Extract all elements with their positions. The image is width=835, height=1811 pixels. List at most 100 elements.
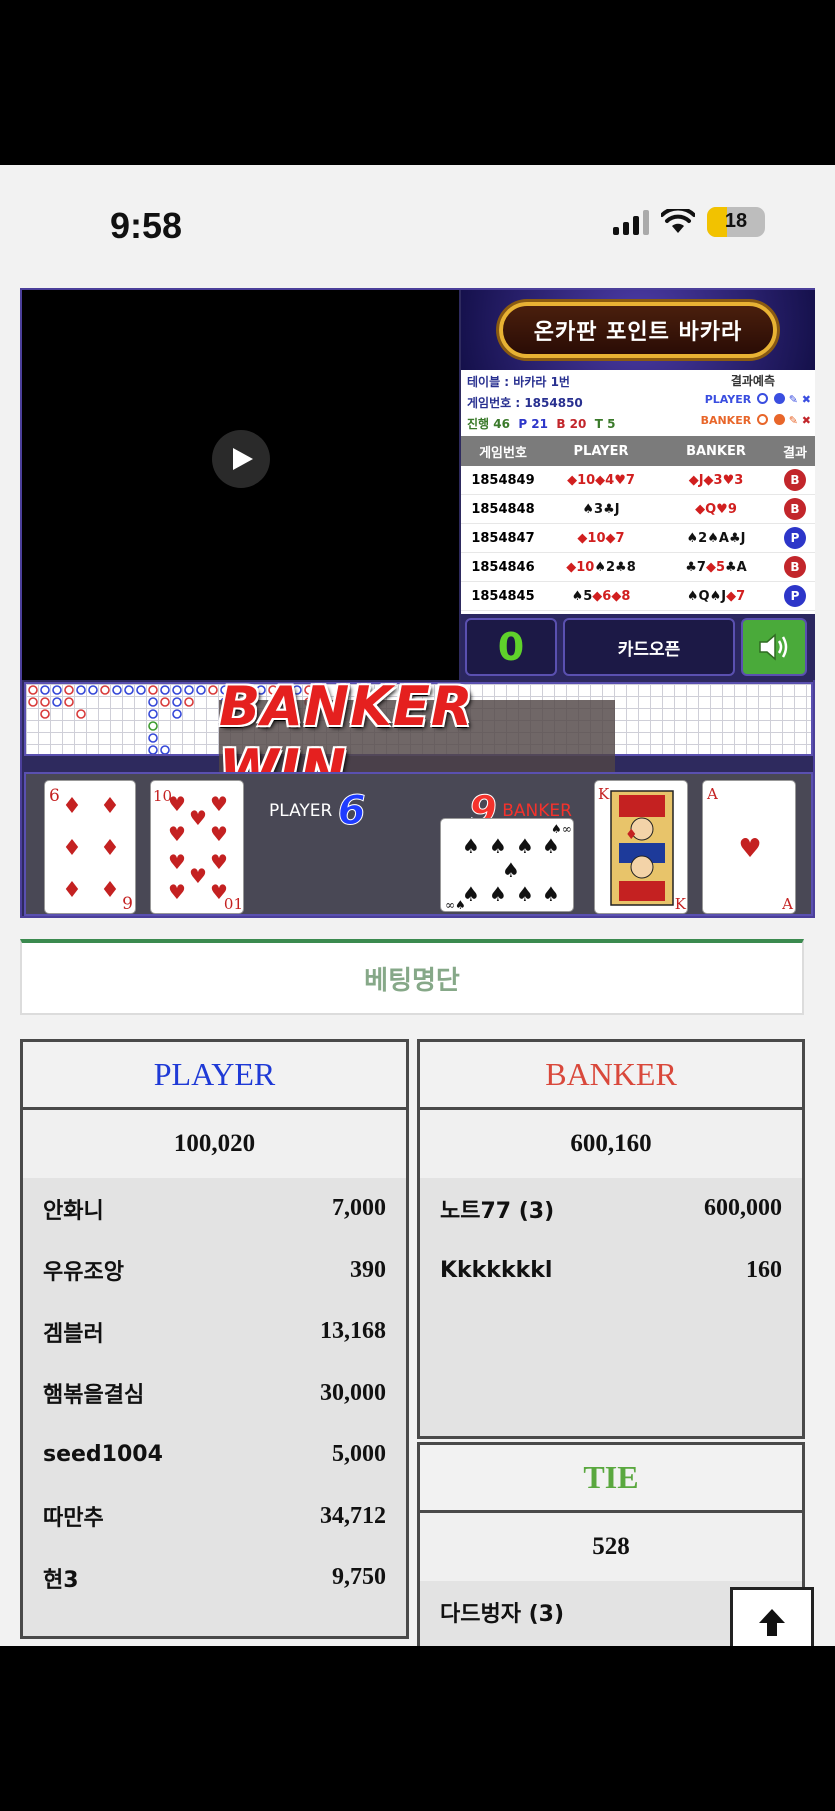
result-banner: BANKER WIN: [219, 675, 615, 801]
svg-text:♥: ♥: [168, 880, 186, 904]
battery-icon: 18: [707, 207, 765, 237]
history-col-banker: BANKER: [686, 443, 746, 459]
nine-of-spades-card: ♠∞ ∞♠ ♠ ♠ ♠ ♠ ♠ ♠ ♠ ♠ ♠: [445, 822, 572, 912]
bettor-name: Kkkkkkkl: [440, 1257, 553, 1283]
cross-icon[interactable]: ✖: [802, 414, 811, 427]
logo-text: 온카판 포인트 바카라: [499, 302, 777, 358]
bet-row: 햄볶을결심 30,000: [23, 1363, 406, 1425]
svg-text:♦: ♦: [625, 827, 638, 843]
card-open-button[interactable]: 카드오픈: [563, 618, 735, 676]
svg-text:♦: ♦: [100, 794, 120, 819]
svg-text:9: 9: [122, 894, 133, 914]
ace-of-hearts-card: A A ♥: [706, 785, 793, 913]
bet-amount: 5,000: [332, 1441, 386, 1468]
bet-amount: 160: [746, 1256, 782, 1283]
bet-row: Kkkkkkkl 160: [420, 1240, 802, 1302]
live-video[interactable]: [22, 290, 459, 680]
open-circle-icon[interactable]: [757, 393, 769, 404]
svg-text:K: K: [675, 895, 687, 913]
player-bets-list: 안화니 7,000 우유조앙 390 겜블러 13,168 햄볶을결심 30,000 seed1…: [23, 1178, 406, 1609]
play-button[interactable]: [212, 430, 270, 488]
pencil-icon[interactable]: ✎: [789, 414, 798, 427]
history-banker-cards: ♠2♠A♣J: [686, 530, 746, 546]
svg-text:♥: ♥: [210, 850, 228, 874]
player-bets-column: PLAYER 100,020 안화니 7,000 우유조앙 390 겜블러 13,168 햄…: [20, 1039, 409, 1639]
arrow-up-icon: [759, 1609, 785, 1636]
status-time: 9:58: [110, 205, 183, 246]
bet-list-title: 베팅명단: [20, 939, 804, 1015]
svg-text:♥: ♥: [189, 864, 207, 888]
svg-text:♥: ♥: [210, 822, 228, 846]
history-result: B: [775, 498, 815, 520]
history-result: B: [775, 469, 815, 491]
wifi-icon: [661, 209, 695, 233]
history-row: 1854849 ◆10◆4♥7 ◆J◆3♥3 B: [461, 466, 815, 495]
player-label: PLAYER: [269, 801, 333, 821]
svg-text:♥: ♥: [738, 834, 761, 864]
svg-text:♠: ♠: [542, 834, 560, 858]
bet-amount: 34,712: [320, 1502, 386, 1529]
bottom-black-bar: [0, 1646, 835, 1811]
svg-text:♠: ♠: [542, 882, 560, 906]
top-black-bar: [0, 0, 835, 165]
open-circle-icon[interactable]: [757, 414, 769, 425]
svg-text:♥: ♥: [210, 792, 228, 816]
filled-circle-icon[interactable]: [773, 414, 785, 425]
history-banker-cards: ◆J◆3♥3: [688, 472, 744, 488]
scroll-to-top-button[interactable]: [730, 1587, 814, 1646]
player-score-tag: PLAYER 6: [269, 788, 366, 835]
progress-banker: B 20: [556, 417, 587, 431]
bettor-name: 겜블러: [43, 1321, 104, 1347]
history-banker-cards: ♣7◆5♣A: [685, 559, 747, 575]
bet-row: 현3 9,750: [23, 1547, 406, 1609]
svg-text:♦: ♦: [100, 836, 120, 861]
history-result: P: [775, 585, 815, 607]
predict-label: 결과예측: [730, 374, 775, 388]
history-result-badge: B: [784, 556, 806, 578]
cross-icon[interactable]: ✖: [802, 393, 811, 406]
page: 9:58 18 온카판 포인트 바카라 테이블 : 바카라 1번 게임번호: …: [0, 165, 835, 1646]
history-col-result: 결과: [783, 445, 807, 461]
banker-card-3: A A ♥: [702, 780, 796, 914]
banker-bets-header: BANKER: [420, 1042, 802, 1110]
filled-circle-icon[interactable]: [773, 393, 785, 404]
speaker-icon: [759, 633, 788, 661]
history-player-cards: ◆10◆4♥7: [567, 472, 635, 488]
sound-button[interactable]: [741, 618, 807, 676]
player-score: 6: [337, 788, 366, 835]
history-player-cards: ◆10♠2♣8: [566, 559, 636, 575]
status-icons: 18: [613, 207, 765, 237]
player-bets-total: 100,020: [23, 1110, 406, 1178]
svg-text:♦: ♦: [62, 878, 82, 903]
pencil-icon[interactable]: ✎: [789, 393, 798, 406]
battery-level: 18: [724, 210, 748, 232]
bettor-name: seed1004: [43, 1442, 163, 1468]
banker-card-1: ♠∞ ∞♠ ♠ ♠ ♠ ♠ ♠ ♠ ♠ ♠ ♠: [440, 818, 574, 912]
svg-text:♠: ♠: [489, 882, 507, 906]
history-game-no: 1854846: [471, 559, 535, 575]
predict-player-row[interactable]: PLAYER ✎ ✖: [705, 393, 811, 406]
svg-text:♠: ♠: [502, 858, 520, 882]
history-row: 1854846 ◆10♠2♣8 ♣7◆5♣A B: [461, 553, 815, 582]
predict-banker-row[interactable]: BANKER ✎ ✖: [701, 414, 811, 427]
control-bar: 0 카드오픈: [461, 614, 815, 680]
bettor-name: 현3: [43, 1567, 79, 1593]
bet-row: 안화니 7,000: [23, 1178, 406, 1240]
history-player-cards: ♠5◆6◆8: [571, 588, 631, 604]
bet-row: 따만추 34,712: [23, 1486, 406, 1548]
svg-text:♥: ♥: [168, 792, 186, 816]
tie-bets-header: TIE: [420, 1445, 802, 1513]
svg-text:♦: ♦: [100, 878, 120, 903]
history-banker-cards: ◆Q♥9: [695, 501, 737, 517]
bet-amount: 7,000: [332, 1195, 386, 1222]
counter-display: 0: [465, 618, 557, 676]
history-result: P: [775, 527, 815, 549]
bet-amount: 600,000: [704, 1195, 782, 1222]
bet-amount: 390: [350, 1256, 386, 1283]
svg-text:♠: ♠: [516, 882, 534, 906]
progress-player: P 21: [518, 417, 548, 431]
bettor-name: 따만추: [43, 1506, 104, 1532]
progress-total: 진행 46: [467, 417, 510, 431]
svg-text:K: K: [598, 785, 610, 803]
history-banker-cards: ♠Q♠J◆7: [686, 588, 746, 604]
